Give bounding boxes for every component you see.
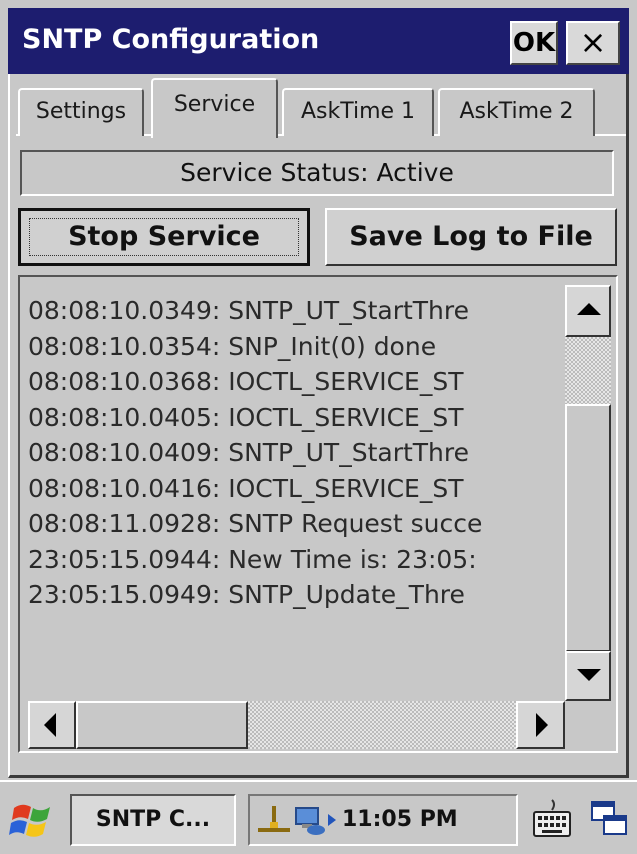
tab-asktime-2[interactable]: AskTime 2 — [438, 88, 595, 136]
computer-icon[interactable] — [292, 804, 326, 838]
log-line[interactable]: 08:08:10.0405: IOCTL_SERVICE_ST — [28, 400, 558, 436]
scroll-up-button[interactable] — [565, 285, 611, 337]
log-line[interactable]: 08:08:10.0368: IOCTL_SERVICE_ST — [28, 364, 558, 400]
desktop-button[interactable] — [588, 794, 632, 846]
service-status: Service Status: Active — [20, 150, 614, 196]
close-button[interactable]: × — [566, 21, 620, 65]
network-icon[interactable] — [256, 804, 292, 838]
log-list: 08:08:10.0349: SNTP_UT_StartThre 08:08:1… — [28, 293, 558, 723]
stop-service-button[interactable]: Stop Service — [18, 208, 310, 266]
desktop-icon — [591, 801, 627, 835]
stop-service-label: Stop Service — [29, 218, 299, 256]
tab-service[interactable]: Service — [151, 78, 278, 138]
vertical-scroll-thumb[interactable] — [565, 404, 611, 652]
clock[interactable]: 11:05 PM — [342, 796, 458, 844]
window-title: SNTP Configuration — [22, 24, 320, 55]
keyboard-button[interactable] — [526, 794, 578, 846]
keyboard-icon — [533, 799, 571, 837]
scroll-down-button[interactable] — [565, 651, 611, 701]
tray-arrow-icon[interactable] — [326, 812, 338, 828]
log-line[interactable]: 08:08:10.0416: IOCTL_SERVICE_ST — [28, 471, 558, 507]
log-listbox[interactable]: 08:08:10.0349: SNTP_UT_StartThre 08:08:1… — [18, 275, 618, 753]
taskbar: SNTP C... 11:05 PM — [0, 780, 637, 854]
log-line[interactable]: 08:08:10.0349: SNTP_UT_StartThre — [28, 293, 558, 329]
horizontal-scroll-thumb[interactable] — [76, 701, 248, 749]
ok-button[interactable]: OK — [510, 21, 558, 65]
windows-start-icon — [9, 804, 50, 837]
log-line[interactable]: 08:08:10.0354: SNP_Init(0) done — [28, 329, 558, 365]
log-line[interactable]: 08:08:10.0409: SNTP_UT_StartThre — [28, 435, 558, 471]
arrow-up-icon — [577, 303, 601, 315]
log-line[interactable]: 23:05:15.0944: New Time is: 23:05: — [28, 542, 558, 578]
save-log-button[interactable]: Save Log to File — [325, 208, 617, 266]
start-button[interactable] — [8, 794, 60, 846]
arrow-down-icon — [577, 669, 601, 681]
scroll-left-button[interactable] — [28, 701, 76, 749]
system-tray: 11:05 PM — [248, 794, 518, 846]
taskbar-item-sntp[interactable]: SNTP C... — [70, 794, 236, 846]
log-line[interactable]: 08:08:11.0928: SNTP Request succe — [28, 506, 558, 542]
arrow-left-icon — [44, 713, 56, 737]
tab-asktime-1[interactable]: AskTime 1 — [282, 88, 434, 136]
arrow-right-icon — [536, 713, 548, 737]
log-line[interactable]: 23:05:15.0949: SNTP_Update_Thre — [28, 577, 558, 613]
tab-settings[interactable]: Settings — [18, 88, 144, 136]
title-bar: SNTP Configuration OK × — [8, 8, 629, 74]
scroll-right-button[interactable] — [516, 701, 565, 749]
scrollbar-corner — [565, 701, 611, 749]
